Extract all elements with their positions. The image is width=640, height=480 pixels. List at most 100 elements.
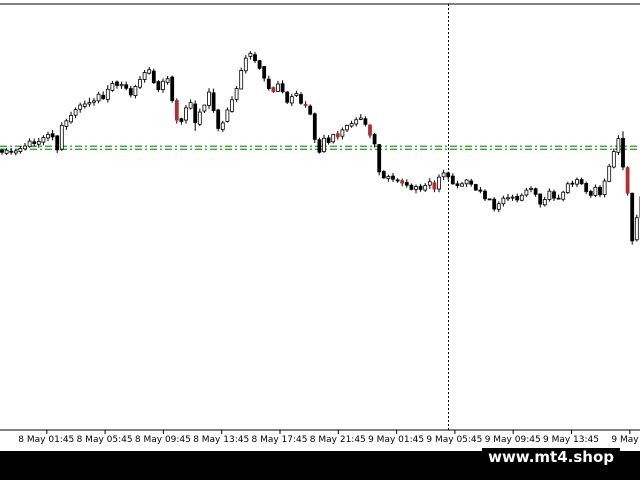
candle-body (193, 103, 198, 123)
candle-body (170, 76, 175, 101)
candle-body (598, 186, 602, 196)
candle (174, 98, 179, 124)
candle-body (276, 83, 280, 92)
candle-body (234, 88, 239, 100)
candle-body (87, 102, 92, 105)
candle-body (9, 150, 14, 153)
candle-body (308, 105, 313, 115)
candle-body (607, 165, 612, 182)
candle-body (105, 88, 110, 100)
candlestick-chart: 0:458 May 01:458 May 05:458 May 09:458 M… (0, 0, 640, 480)
chart-background (0, 0, 640, 480)
candle-body (115, 81, 119, 86)
candle-body (161, 80, 165, 91)
candle (170, 75, 175, 103)
candle (239, 67, 244, 90)
candle-body (363, 118, 368, 125)
candle-body (349, 123, 354, 127)
candle (634, 214, 639, 242)
candle-body (32, 141, 37, 144)
candle-body (59, 124, 64, 150)
candle-body (165, 78, 170, 83)
candle-body (248, 52, 253, 57)
candle-body (593, 186, 598, 196)
candle-body (542, 199, 547, 206)
candle-body (69, 115, 73, 123)
candle-body (483, 190, 487, 200)
candle-body (460, 183, 464, 187)
candle (216, 108, 221, 132)
candle-body (437, 176, 441, 190)
candle-body (243, 57, 248, 72)
x-tick-label: 9 May 01:45 (368, 435, 424, 445)
candle (492, 197, 497, 212)
candle-body (335, 133, 340, 138)
candle-body (404, 181, 409, 186)
candle-body (625, 167, 630, 194)
candle-body (496, 203, 501, 210)
candle-body (432, 182, 437, 190)
candle-body (73, 109, 78, 116)
x-tick-label: 8 May 01:45 (18, 435, 74, 445)
x-tick-label: 8 May 09:45 (135, 435, 191, 445)
candle (625, 166, 630, 196)
candle-body (225, 109, 230, 122)
x-tick-label: 8 May 13:45 (193, 435, 249, 445)
candle (312, 112, 317, 143)
candle-body (253, 54, 257, 62)
x-tick-label: 9 May 05:45 (426, 435, 482, 445)
candle (271, 86, 276, 93)
candle (381, 170, 386, 179)
candle-body (556, 197, 561, 200)
candle-body (506, 197, 510, 200)
candle-body (262, 66, 267, 79)
candle-body (299, 94, 303, 104)
candle-body (391, 175, 395, 180)
candle-body (515, 195, 520, 201)
candle-body (395, 179, 400, 182)
candle-body (78, 104, 83, 110)
candle-body (285, 91, 290, 103)
candle-body (381, 171, 386, 179)
candle-body (492, 198, 497, 210)
candle (243, 55, 248, 74)
candle-body (151, 70, 156, 84)
candle-body (377, 144, 382, 173)
candle-body (184, 107, 188, 121)
candle-body (230, 99, 234, 112)
candle-body (50, 133, 55, 138)
candle-body (36, 141, 41, 145)
candle (331, 133, 336, 144)
candle-body (630, 192, 635, 242)
candle-body (207, 91, 211, 106)
candle-body (147, 69, 152, 74)
candle-body (588, 191, 593, 196)
candle-body (552, 191, 556, 199)
candle-body (427, 181, 432, 186)
candle (225, 107, 230, 123)
candle-body (312, 113, 317, 140)
candle-body (368, 124, 372, 136)
x-tick-label: 9 May 13:45 (543, 435, 599, 445)
candle-body (584, 183, 589, 192)
candle-body (174, 100, 179, 121)
candle-body (128, 88, 133, 96)
candle-body (547, 190, 552, 200)
candle-body (124, 84, 129, 89)
candle (151, 68, 156, 85)
candle-body (487, 198, 492, 201)
candle-body (345, 124, 349, 131)
x-tick-label: 8 May 21:45 (310, 435, 366, 445)
candle-body (529, 187, 533, 190)
candle-body (473, 184, 478, 191)
candle-body (354, 119, 359, 125)
candle-body (418, 185, 423, 190)
candle (607, 163, 612, 183)
candle-body (4, 149, 9, 154)
candle (317, 137, 322, 154)
candle-body (294, 93, 299, 96)
candle (483, 189, 487, 201)
candle-body (533, 188, 538, 195)
candle-body (96, 93, 101, 102)
candle-body (602, 180, 607, 196)
